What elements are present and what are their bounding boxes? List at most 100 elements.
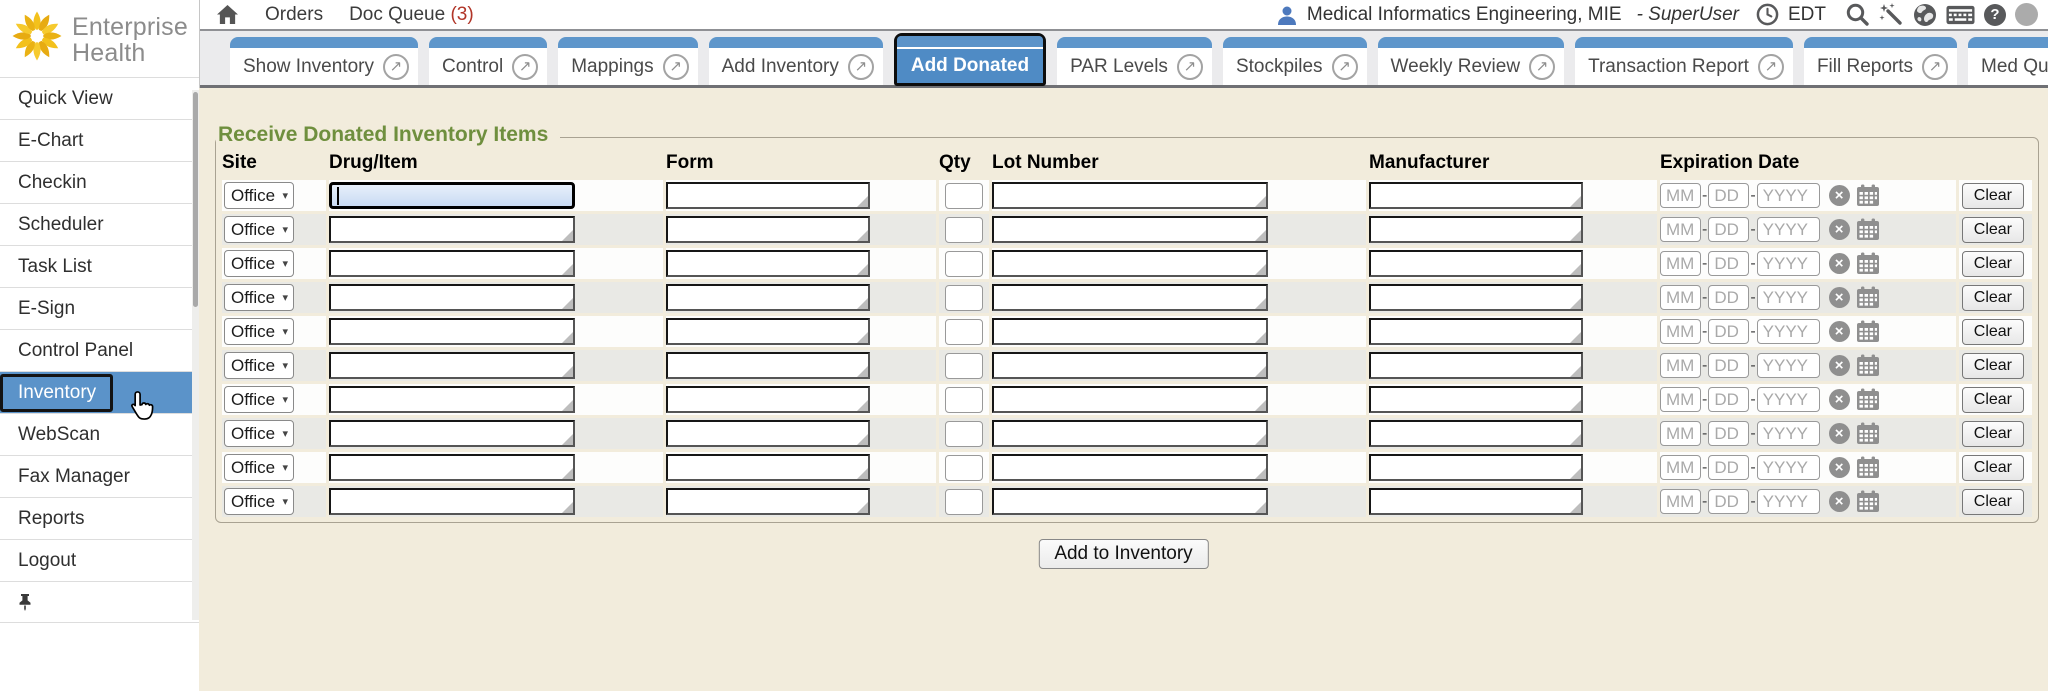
lot-number-field[interactable] [994,456,1266,479]
expiration-day-input[interactable] [1708,217,1749,242]
site-select[interactable]: Office ▾ [224,318,294,345]
expiration-day-input[interactable] [1708,353,1749,378]
form-field[interactable] [668,490,868,513]
expiration-month-input[interactable] [1660,285,1701,310]
popout-arrow-icon[interactable]: ↗ [1758,54,1784,80]
drug-item-input[interactable] [329,420,575,447]
clear-row-button[interactable]: Clear [1962,421,2024,447]
lot-number-field[interactable] [994,252,1266,275]
tab-mappings[interactable]: Mappings↗ [558,37,697,85]
lot-number-field[interactable] [994,184,1266,207]
expiration-month-input[interactable] [1660,217,1701,242]
lot-number-field[interactable] [994,218,1266,241]
clear-row-button[interactable]: Clear [1962,285,2024,311]
sidebar-item-scheduler[interactable]: Scheduler [0,203,199,245]
clear-row-button[interactable]: Clear [1962,455,2024,481]
sidebar-item-e-chart[interactable]: E-Chart [0,119,199,161]
lot-number-field[interactable] [994,286,1266,309]
manufacturer-input[interactable] [1369,216,1583,243]
expiration-year-input[interactable] [1757,251,1820,276]
form-field[interactable] [668,286,868,309]
lot-number-field[interactable] [994,320,1266,343]
tab-fill-reports[interactable]: Fill Reports↗ [1804,37,1957,85]
site-select[interactable]: Office ▾ [224,420,294,447]
form-input[interactable] [666,284,870,311]
sidebar-item-fax-manager[interactable]: Fax Manager [0,455,199,497]
form-field[interactable] [668,422,868,445]
popout-arrow-icon[interactable]: ↗ [848,54,874,80]
site-select[interactable]: Office ▾ [224,216,294,243]
popout-arrow-icon[interactable]: ↗ [1922,54,1948,80]
qty-input[interactable] [945,251,983,277]
expiration-day-input[interactable] [1708,285,1749,310]
form-field[interactable] [668,184,868,207]
drug-item-input[interactable] [329,386,575,413]
manufacturer-field[interactable] [1371,388,1581,411]
clear-row-button[interactable]: Clear [1962,319,2024,345]
tab-stockpiles[interactable]: Stockpiles↗ [1223,37,1367,85]
sidebar-item-quick-view[interactable]: Quick View [0,77,199,119]
calendar-icon[interactable] [1856,456,1880,479]
clear-date-icon[interactable]: × [1829,423,1850,444]
calendar-icon[interactable] [1856,388,1880,411]
qty-input[interactable] [945,217,983,243]
lot-number-input[interactable] [992,250,1268,277]
drug-item-field[interactable] [331,490,573,513]
popout-arrow-icon[interactable]: ↗ [1177,54,1203,80]
manufacturer-input[interactable] [1369,182,1583,209]
manufacturer-input[interactable] [1369,454,1583,481]
qty-input[interactable] [945,319,983,345]
form-input[interactable] [666,352,870,379]
manufacturer-field[interactable] [1371,286,1581,309]
form-input[interactable] [666,216,870,243]
lot-number-input[interactable] [992,420,1268,447]
form-field[interactable] [668,252,868,275]
manufacturer-input[interactable] [1369,318,1583,345]
lot-number-input[interactable] [992,216,1268,243]
lot-number-field[interactable] [994,388,1266,411]
clear-date-icon[interactable]: × [1829,389,1850,410]
calendar-icon[interactable] [1856,354,1880,377]
site-select[interactable]: Office ▾ [224,454,294,481]
sidebar-item-webscan[interactable]: WebScan [0,413,199,455]
manufacturer-input[interactable] [1369,352,1583,379]
drug-item-input[interactable] [329,488,575,515]
qty-input[interactable] [945,489,983,515]
form-field[interactable] [668,456,868,479]
calendar-icon[interactable] [1856,218,1880,241]
sidebar-item-checkin[interactable]: Checkin [0,161,199,203]
expiration-month-input[interactable] [1660,353,1701,378]
site-select[interactable]: Office ▾ [224,182,294,209]
expiration-month-input[interactable] [1660,183,1701,208]
form-input[interactable] [666,182,870,209]
expiration-day-input[interactable] [1708,319,1749,344]
popout-arrow-icon[interactable]: ↗ [512,54,538,80]
manufacturer-field[interactable] [1371,490,1581,513]
site-select[interactable]: Office ▾ [224,284,294,311]
drug-item-field[interactable] [331,286,573,309]
drug-item-field[interactable] [331,218,573,241]
manufacturer-field[interactable] [1371,354,1581,377]
expiration-year-input[interactable] [1757,421,1820,446]
clear-date-icon[interactable]: × [1829,185,1850,206]
form-input[interactable] [666,386,870,413]
expiration-month-input[interactable] [1660,251,1701,276]
manufacturer-field[interactable] [1371,184,1581,207]
clear-date-icon[interactable]: × [1829,321,1850,342]
sidebar-item-inventory[interactable]: Inventory [0,371,199,413]
calendar-icon[interactable] [1856,490,1880,513]
expiration-month-input[interactable] [1660,421,1701,446]
search-icon[interactable] [1845,2,1870,27]
lot-number-field[interactable] [994,354,1266,377]
expiration-year-input[interactable] [1757,489,1820,514]
clear-row-button[interactable]: Clear [1962,217,2024,243]
form-field[interactable] [668,218,868,241]
drug-item-field[interactable] [331,456,573,479]
drug-item-input[interactable] [329,182,575,209]
site-select[interactable]: Office ▾ [224,352,294,379]
avatar-circle[interactable] [2015,3,2038,26]
clear-date-icon[interactable]: × [1829,287,1850,308]
drug-item-input[interactable] [329,352,575,379]
form-field[interactable] [668,354,868,377]
form-input[interactable] [666,420,870,447]
